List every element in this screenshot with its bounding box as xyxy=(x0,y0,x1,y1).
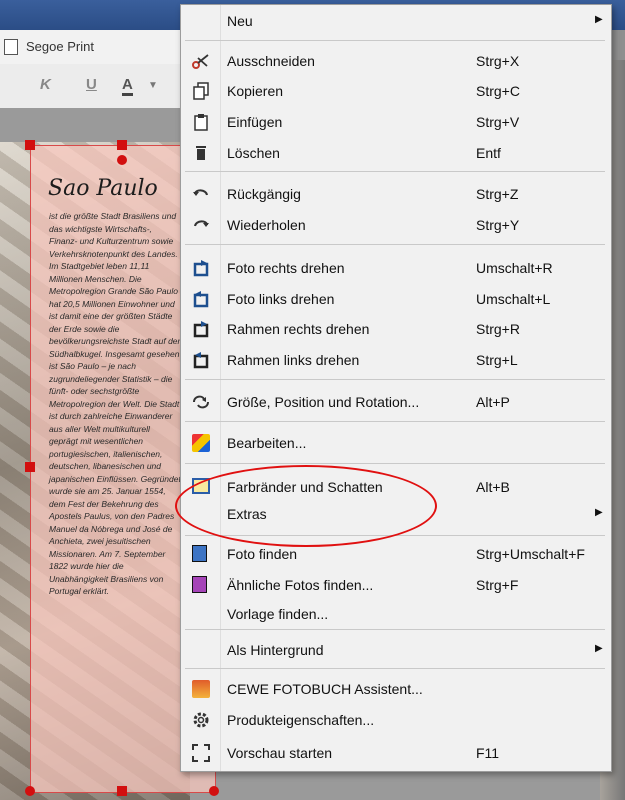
menu-item-size-position-rotation[interactable]: Größe, Position und Rotation... Alt+P xyxy=(181,390,611,414)
menu-item-assistant[interactable]: CEWE FOTOBUCH Assistent... xyxy=(181,677,611,701)
find-photo-icon xyxy=(192,545,207,562)
menu-separator xyxy=(185,379,605,380)
menu-item-copy[interactable]: Kopieren Strg+C xyxy=(181,79,611,103)
transform-icon xyxy=(192,393,210,411)
menu-separator xyxy=(185,244,605,245)
rotate-right-icon xyxy=(192,259,210,277)
fullscreen-icon xyxy=(192,744,210,762)
similar-photos-icon xyxy=(192,576,207,593)
context-menu: Neu ▶ Ausschneiden Strg+X Kopieren Strg+… xyxy=(180,4,612,772)
submenu-arrow-icon: ▶ xyxy=(595,507,603,518)
menu-item-cut[interactable]: Ausschneiden Strg+X xyxy=(181,49,611,73)
underline-button[interactable]: U xyxy=(86,76,97,93)
menu-item-start-preview[interactable]: Vorschau starten F11 xyxy=(181,741,611,765)
menu-separator xyxy=(185,463,605,464)
scissors-icon xyxy=(192,52,210,70)
menu-item-rotate-photo-right[interactable]: Foto rechts drehen Umschalt+R xyxy=(181,256,611,280)
menu-item-undo[interactable]: Rückgängig Strg+Z xyxy=(181,182,611,206)
rotate-left-icon xyxy=(192,290,210,308)
trash-icon xyxy=(192,144,210,162)
rotate-handle[interactable] xyxy=(117,155,127,165)
font-name-field[interactable]: Segoe Print xyxy=(26,37,194,57)
menu-item-as-background[interactable]: Als Hintergrund ▶ xyxy=(181,638,611,662)
undo-icon xyxy=(192,185,210,203)
menu-item-redo[interactable]: Wiederholen Strg+Y xyxy=(181,213,611,237)
font-toolbar: Segoe Print xyxy=(0,30,200,65)
resize-handle-top-left[interactable] xyxy=(25,140,35,150)
paste-icon xyxy=(192,113,210,131)
copy-icon xyxy=(192,82,210,100)
menu-separator xyxy=(185,421,605,422)
menu-item-edit[interactable]: Bearbeiten... xyxy=(181,431,611,455)
menu-separator xyxy=(185,171,605,172)
menu-item-new[interactable]: Neu ▶ xyxy=(181,9,611,33)
frame-rotate-right-icon xyxy=(192,320,210,338)
submenu-arrow-icon: ▶ xyxy=(595,643,603,654)
assistant-icon xyxy=(192,680,210,698)
resize-handle-bottom-left[interactable] xyxy=(25,786,35,796)
menu-item-paste[interactable]: Einfügen Strg+V xyxy=(181,110,611,134)
redo-icon xyxy=(192,216,210,234)
resize-handle-bottom[interactable] xyxy=(117,786,127,796)
menu-item-product-properties[interactable]: Produkteigenschaften... xyxy=(181,708,611,732)
menu-separator xyxy=(185,629,605,630)
resize-handle-left[interactable] xyxy=(25,462,35,472)
gear-icon xyxy=(192,711,210,729)
resize-handle-bottom-right[interactable] xyxy=(209,786,219,796)
menu-item-find-template[interactable]: Vorlage finden... xyxy=(181,602,611,626)
chevron-down-icon[interactable]: ▼ xyxy=(148,80,158,91)
page-body-text[interactable]: ist die größte Stadt Brasiliens und das … xyxy=(49,210,181,598)
menu-separator xyxy=(185,40,605,41)
font-color-button[interactable]: A xyxy=(122,76,133,96)
menu-item-find-similar[interactable]: Ähnliche Fotos finden... Strg+F xyxy=(181,573,611,597)
frame-rotate-left-icon xyxy=(192,351,210,369)
style-toolbar: K U A ▼ xyxy=(0,64,200,109)
italic-button[interactable]: K xyxy=(40,76,51,93)
menu-item-find-photo[interactable]: Foto finden Strg+Umschalt+F xyxy=(181,542,611,566)
menu-item-delete[interactable]: Löschen Entf xyxy=(181,141,611,165)
menu-item-rotate-frame-left[interactable]: Rahmen links drehen Strg+L xyxy=(181,348,611,372)
edit-color-icon xyxy=(192,434,210,452)
menu-item-rotate-photo-left[interactable]: Foto links drehen Umschalt+L xyxy=(181,287,611,311)
text-format-icon[interactable] xyxy=(4,39,18,55)
highlight-ellipse xyxy=(175,465,437,547)
menu-separator xyxy=(185,668,605,669)
menu-item-rotate-frame-right[interactable]: Rahmen rechts drehen Strg+R xyxy=(181,317,611,341)
submenu-arrow-icon: ▶ xyxy=(595,14,603,25)
page-headline[interactable]: Sao Paulo xyxy=(48,176,158,201)
resize-handle-top[interactable] xyxy=(117,140,127,150)
